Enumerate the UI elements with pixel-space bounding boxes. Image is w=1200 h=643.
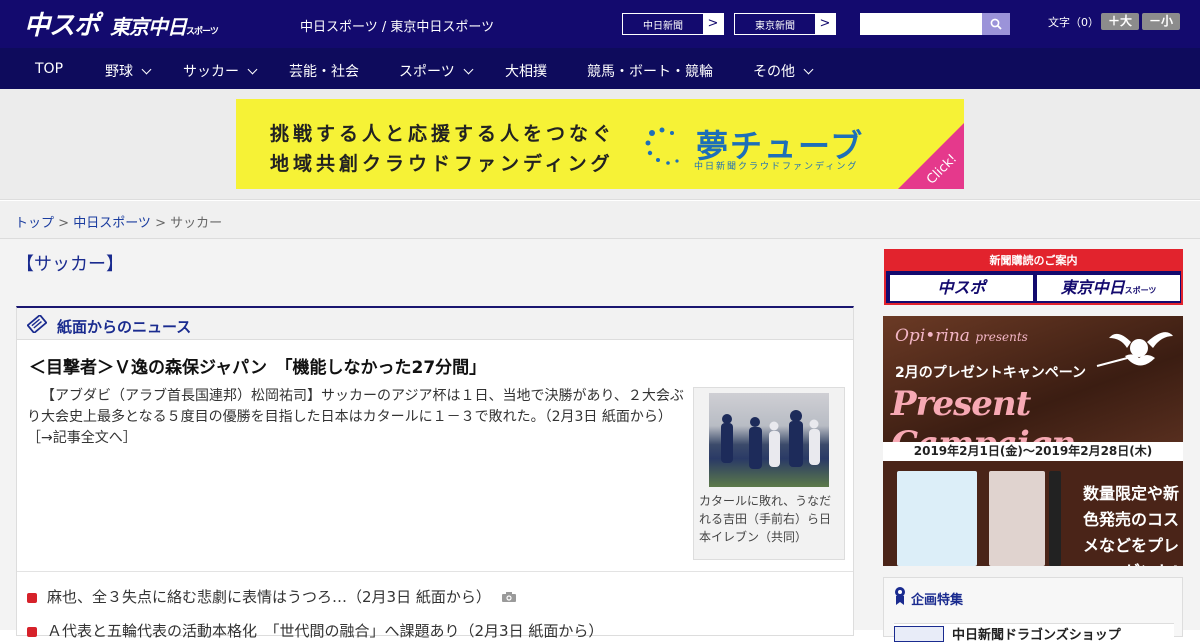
subscribe-tokyo-button[interactable]: 東京中日スポーツ (1037, 275, 1180, 301)
news-list-item[interactable]: Ａ代表と五輪代表の活動本格化 「世代間の融合」へ課題あり（2月3日 紙面から） (27, 620, 603, 641)
ad-heading: 2月のプレゼントキャンペーン (895, 365, 1087, 381)
read-full-article-link[interactable]: ［→記事全文へ］ (27, 430, 137, 446)
bullet-icon (27, 627, 37, 637)
banner-sub: 中日新聞クラウドファンディング (694, 162, 859, 172)
news-list-item[interactable]: 麻也、全３失点に絡む悲劇に表情はうつろ…（2月3日 紙面から） (27, 586, 517, 607)
site-header: 中スポ 東京中日スポーツ 中日スポーツ / 東京中日スポーツ 中日新聞 > 東京… (0, 0, 1200, 48)
nav-item-label: 競馬・ボート・競輪 (587, 64, 713, 80)
chevron-right-icon: > (703, 14, 723, 34)
tokyo-chunichi-logo[interactable]: 東京中日スポーツ (110, 11, 219, 40)
tokyo-logo-sub: スポーツ (186, 27, 219, 37)
nav-item-sports[interactable]: スポーツ (399, 61, 474, 81)
chevron-down-icon (463, 64, 474, 75)
feature-item[interactable]: 中日新聞ドラゴンズショップ (894, 623, 1174, 643)
nav-item-label: TOP (35, 61, 64, 77)
sidebar-ad[interactable]: Opi•rina presents 2月のプレゼントキャンペーン Present… (883, 316, 1183, 566)
breadcrumb-sep: > (54, 216, 74, 231)
nav-item-label: スポーツ (399, 64, 455, 80)
chevron-down-icon (247, 64, 258, 75)
nav-item-entertainment[interactable]: 芸能・社会 (289, 61, 359, 81)
ad-brand: Opi•rina presents (895, 326, 1028, 346)
breadcrumb: トップ > 中日スポーツ > サッカー (15, 212, 222, 231)
product-bioderma (897, 471, 977, 566)
search-icon (990, 18, 1002, 30)
cupid-icon (1096, 332, 1173, 367)
feature-box: 企画特集 中日新聞ドラゴンズショップ (883, 577, 1183, 643)
subscription-box: 新聞購読のご案内 中スポ 東京中日スポーツ (884, 249, 1183, 305)
nav-item-soccer[interactable]: サッカー (183, 61, 258, 81)
ad-promo-text: 数量限定や新色発売のコスメなどをプレゼント! (1083, 484, 1180, 566)
subscribe-chuspo-button[interactable]: 中スポ (890, 275, 1033, 301)
nav-item-label: 大相撲 (505, 64, 547, 80)
bullet-icon (27, 593, 37, 603)
site-title: 中日スポーツ / 東京中日スポーツ (300, 20, 495, 35)
news-box: 紙面からのニュース ＜目撃者＞Ｖ逸の森保ジャパン 「機能しなかった27分間」 【… (16, 306, 854, 640)
chevron-down-icon (803, 64, 814, 75)
chunichi-shimbun-button[interactable]: 中日新聞 > (622, 13, 724, 35)
tokyo-shimbun-label: 東京新聞 (755, 21, 795, 32)
breadcrumb-bar: トップ > 中日スポーツ > サッカー (0, 201, 1200, 239)
breadcrumb-top-link[interactable]: トップ (15, 216, 54, 231)
nav-item-racing[interactable]: 競馬・ボート・競輪 (587, 61, 713, 81)
banner-line-1: 挑戦する人と応援する人をつなぐ (270, 123, 616, 145)
dots-logo-icon (645, 127, 679, 165)
search-input[interactable] (860, 13, 984, 35)
lead-photo[interactable] (709, 393, 829, 487)
chevron-down-icon (141, 64, 152, 75)
chuspo-logo[interactable]: 中スポ (24, 5, 100, 42)
nav-item-label: 野球 (105, 64, 133, 80)
newspaper-icon (27, 315, 47, 333)
nav-item-baseball[interactable]: 野球 (105, 61, 152, 81)
page-title: 【サッカー】 (16, 254, 124, 275)
product-eyeliner (1049, 471, 1061, 566)
ad-brand-name: Opi•rina (895, 326, 970, 346)
subscription-heading: 新聞購読のご案内 (886, 251, 1181, 271)
camera-icon (501, 592, 516, 602)
lead-article-body: 【アブダビ（アラブ首長国連邦）松岡祐司】サッカーのアジア杯は１日、当地で決勝があ… (27, 386, 687, 449)
chevron-right-icon: > (815, 14, 835, 34)
subscribe-tokyo-sub: スポーツ (1124, 286, 1157, 295)
banner-line-2: 地域共創クラウドファンディング (270, 153, 614, 175)
crowdfunding-banner[interactable]: 挑戦する人と応援する人をつなぐ 地域共創クラウドファンディング 夢チューブ 中日… (236, 99, 964, 189)
breadcrumb-sep: > (150, 216, 171, 231)
news-box-title: 紙面からのニュース (57, 318, 192, 336)
lead-photo-caption: カタールに敗れ、うなだれる吉田（手前右）ら日本イレブン（共同） (699, 494, 832, 544)
search-button[interactable] (982, 13, 1010, 35)
breadcrumb-current: サッカー (170, 216, 223, 231)
ad-date: 2019年2月1日(金)～2019年2月28日(木) (883, 442, 1183, 461)
nav-item-top[interactable]: TOP (35, 61, 63, 77)
font-smaller-button[interactable]: －小 (1142, 13, 1180, 30)
divider (17, 571, 853, 572)
ad-brand-suffix: presents (975, 330, 1028, 344)
nav-item-sumo[interactable]: 大相撲 (505, 61, 547, 81)
nav-item-label: その他 (753, 64, 795, 80)
font-larger-button[interactable]: ＋大 (1101, 13, 1139, 30)
dragons-shop-icon (894, 626, 944, 642)
banner-area: 挑戦する人と応援する人をつなぐ 地域共創クラウドファンディング 夢チューブ 中日… (0, 89, 1200, 200)
lead-article-text: 【アブダビ（アラブ首長国連邦）松岡祐司】サッカーのアジア杯は１日、当地で決勝があ… (27, 388, 684, 425)
breadcrumb-section-link[interactable]: 中日スポーツ (73, 216, 151, 231)
news-box-header: 紙面からのニュース (17, 308, 853, 340)
feature-item-text: 中日新聞ドラゴンズショップ (952, 628, 1121, 643)
tokyo-shimbun-button[interactable]: 東京新聞 > (734, 13, 836, 35)
nav-item-label: 芸能・社会 (289, 64, 359, 80)
players-silhouette (721, 410, 820, 469)
nav-item-label: サッカー (183, 64, 239, 80)
banner-text: 挑戦する人と応援する人をつなぐ 地域共創クラウドファンディング (270, 119, 615, 179)
lead-photo-box: カタールに敗れ、うなだれる吉田（手前右）ら日本イレブン（共同） (693, 387, 845, 560)
ribbon-icon (895, 587, 905, 605)
subscribe-tokyo-label: 東京中日 (1060, 278, 1125, 297)
chunichi-shimbun-label: 中日新聞 (643, 21, 683, 32)
font-size-label: 文字（0） (1048, 16, 1099, 29)
feature-title: 企画特集 (911, 593, 964, 608)
product-tattoo (989, 471, 1045, 566)
nav-item-other[interactable]: その他 (753, 61, 814, 81)
tokyo-logo-text: 東京中日 (110, 15, 187, 39)
main-nav: TOP 野球 サッカー 芸能・社会 スポーツ 大相撲 競馬・ボート・競輪 その他 (0, 48, 1200, 89)
news-list-item-text: Ａ代表と五輪代表の活動本格化 「世代間の融合」へ課題あり（2月3日 紙面から） (47, 622, 604, 640)
lead-article-title[interactable]: ＜目撃者＞Ｖ逸の森保ジャパン 「機能しなかった27分間」 (29, 353, 486, 378)
news-list-item-text: 麻也、全３失点に絡む悲劇に表情はうつろ…（2月3日 紙面から） (47, 588, 491, 606)
